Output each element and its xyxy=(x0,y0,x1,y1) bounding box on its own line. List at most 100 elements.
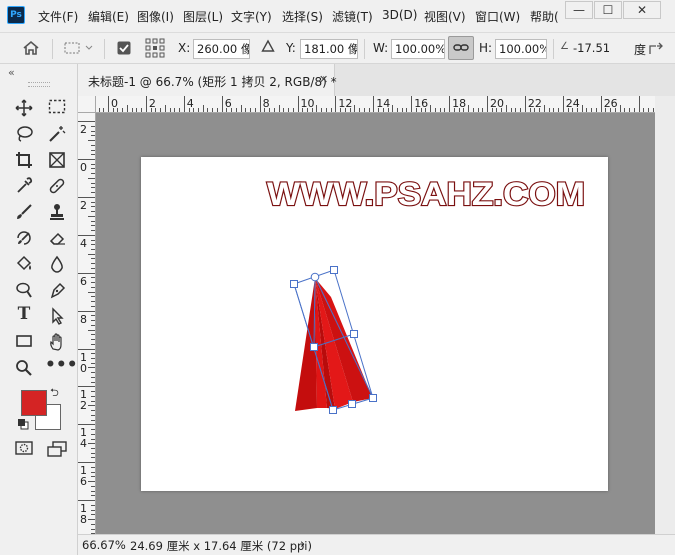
minimize-button[interactable]: — xyxy=(565,1,593,19)
clone-stamp-tool-icon[interactable] xyxy=(45,200,69,222)
transform-reference-point[interactable] xyxy=(310,272,320,282)
transform-handle-bottom-left[interactable] xyxy=(329,406,337,414)
home-icon[interactable] xyxy=(22,40,40,59)
ruler-tick xyxy=(91,211,95,213)
ruler-tick xyxy=(373,96,375,112)
menu-help[interactable]: 帮助( xyxy=(530,8,559,25)
vertical-ruler-label: 2 xyxy=(80,123,87,137)
height-scale-input[interactable]: 100.00% xyxy=(495,39,547,59)
ruler-tick xyxy=(91,343,95,345)
y-position-input[interactable]: 181.00 像素 xyxy=(300,39,358,59)
panel-grip[interactable] xyxy=(28,82,50,87)
menu-image[interactable]: 图像(I) xyxy=(137,8,174,25)
document-tab[interactable]: 未标题-1 @ 66.7% (矩形 1 拷贝 2, RGB/8) * ✕ xyxy=(78,64,337,96)
transform-tool-preset-icon[interactable] xyxy=(64,41,94,58)
width-scale-input[interactable]: 100.00% xyxy=(391,39,445,59)
transform-handle-top-left[interactable] xyxy=(290,280,298,288)
red-cone-shape[interactable] xyxy=(295,278,373,411)
screen-mode-icon[interactable] xyxy=(45,438,69,460)
magic-wand-tool-icon[interactable] xyxy=(45,122,69,144)
ruler-tick xyxy=(91,452,95,454)
ruler-tick xyxy=(652,108,654,112)
ruler-tick xyxy=(91,277,95,279)
ruler-tick xyxy=(108,96,109,112)
hand-tool-icon[interactable] xyxy=(45,330,69,352)
quick-mask-icon[interactable] xyxy=(12,438,36,460)
ruler-tick xyxy=(91,230,95,232)
transform-handle-left[interactable] xyxy=(310,343,318,351)
menu-view[interactable]: 视图(V) xyxy=(424,8,466,25)
vertical-ruler[interactable]: 2 0 2 4 6 8 1 0 1 2 1 4 1 6 1 8 xyxy=(78,113,96,534)
transform-handle-right[interactable] xyxy=(350,330,358,338)
transform-handle-bottom-right[interactable] xyxy=(369,394,377,402)
history-brush-tool-icon[interactable] xyxy=(12,226,36,248)
reference-point-grid-icon[interactable] xyxy=(145,38,165,61)
eyedropper-tool-icon[interactable] xyxy=(12,174,36,196)
more-tools-icon[interactable]: ••• xyxy=(45,356,78,378)
frame-tool-icon[interactable] xyxy=(45,148,69,170)
status-menu-arrow-icon[interactable]: › xyxy=(300,537,305,552)
x-position-input[interactable]: 260.00 像素 xyxy=(193,39,250,59)
menu-3d[interactable]: 3D(D) xyxy=(382,8,417,22)
ruler-tick xyxy=(221,96,223,112)
close-document-icon[interactable]: ✕ xyxy=(319,73,328,86)
rotation-input[interactable]: -17.51 xyxy=(570,39,628,59)
relative-position-icon[interactable] xyxy=(261,39,275,56)
menu-file[interactable]: 文件(F) xyxy=(38,8,78,25)
healing-brush-tool-icon[interactable] xyxy=(45,174,69,196)
ruler-tick xyxy=(321,108,323,112)
horizontal-ruler-label: 22 xyxy=(527,97,542,110)
maximize-button[interactable]: ☐ xyxy=(594,1,622,19)
ruler-origin[interactable] xyxy=(78,96,96,113)
marquee-tool-icon[interactable] xyxy=(45,96,69,118)
dodge-tool-icon[interactable] xyxy=(12,278,36,300)
collapse-panel-button[interactable]: « xyxy=(8,66,15,79)
ruler-tick xyxy=(434,108,436,112)
swap-colors-icon[interactable]: ⮌ xyxy=(50,384,59,403)
eraser-tool-icon[interactable] xyxy=(45,226,69,248)
ruler-tick xyxy=(164,105,166,112)
close-window-button[interactable]: ✕ xyxy=(623,1,661,19)
transform-handle-bottom[interactable] xyxy=(348,400,356,408)
foreground-color-swatch[interactable] xyxy=(21,390,47,416)
ruler-tick xyxy=(78,234,95,236)
menu-select[interactable]: 选择(S) xyxy=(282,8,323,25)
link-aspect-ratio-button[interactable] xyxy=(448,36,474,60)
zoom-level[interactable]: 66.67% xyxy=(82,538,126,552)
ruler-tick xyxy=(91,376,95,378)
transform-handle-top-right[interactable] xyxy=(330,266,338,274)
ruler-tick xyxy=(297,96,299,112)
zoom-tool-icon[interactable] xyxy=(12,356,36,378)
pen-tool-icon[interactable] xyxy=(45,278,69,300)
default-colors-icon[interactable] xyxy=(17,418,29,433)
menu-layer[interactable]: 图层(L) xyxy=(183,8,223,25)
menu-window[interactable]: 窗口(W) xyxy=(475,8,520,25)
ruler-tick xyxy=(401,108,403,112)
menu-type[interactable]: 文字(Y) xyxy=(231,8,272,25)
ruler-tick xyxy=(558,108,560,112)
paint-bucket-tool-icon[interactable] xyxy=(12,252,36,274)
document-canvas[interactable]: WWW.PSAHZ.COM xyxy=(141,157,608,491)
vertical-ruler-label: 8 xyxy=(80,312,87,326)
horizontal-ruler[interactable]: 202468101214161820222426 xyxy=(96,96,655,113)
path-selection-tool-icon[interactable] xyxy=(45,304,69,326)
move-tool-icon[interactable] xyxy=(12,96,36,118)
ruler-tick xyxy=(553,108,555,112)
menu-filter[interactable]: 滤镜(T) xyxy=(332,8,373,25)
photoshop-logo-icon[interactable]: Ps xyxy=(7,6,25,24)
warp-mode-icon[interactable] xyxy=(648,40,664,59)
lasso-tool-icon[interactable] xyxy=(12,122,36,144)
menu-edit[interactable]: 编辑(E) xyxy=(88,8,129,25)
blur-tool-icon[interactable] xyxy=(45,252,69,274)
angle-unit-label: 度 xyxy=(634,43,647,57)
options-bar: X: 260.00 像素 Y: 181.00 像素 W: 100.00% H: … xyxy=(0,32,675,64)
type-tool-icon[interactable]: T xyxy=(12,304,36,326)
rectangle-tool-icon[interactable] xyxy=(12,330,36,352)
ruler-tick xyxy=(543,105,545,112)
reference-point-checkbox[interactable] xyxy=(117,41,131,58)
brush-tool-icon[interactable] xyxy=(12,200,36,222)
ruler-tick xyxy=(520,108,522,112)
ruler-tick xyxy=(91,372,95,374)
ruler-tick xyxy=(439,108,441,112)
crop-tool-icon[interactable] xyxy=(12,148,36,170)
